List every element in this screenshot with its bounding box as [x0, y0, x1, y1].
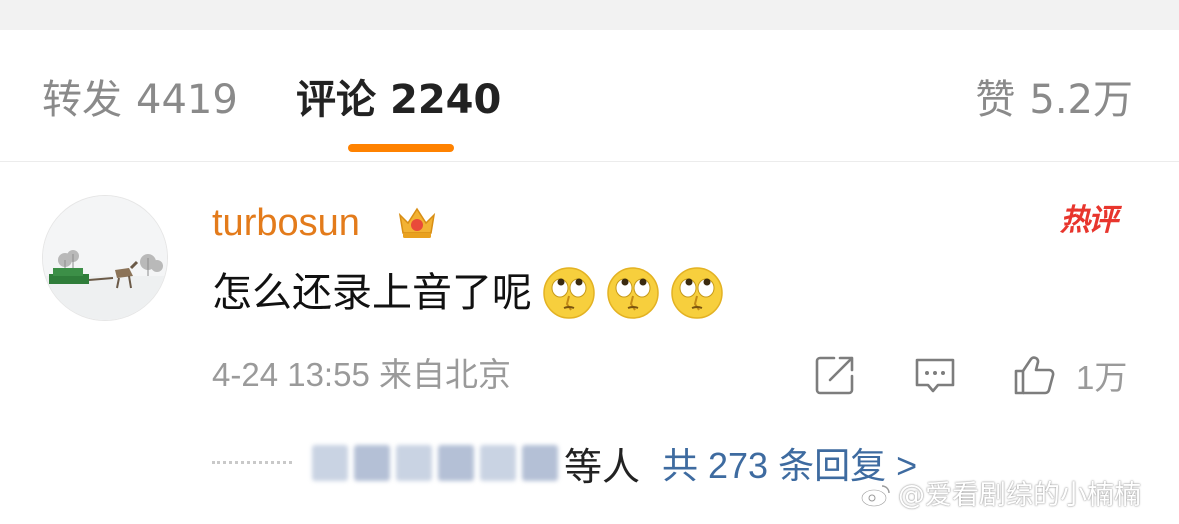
tab-like-label: 赞 [975, 77, 1016, 123]
active-tab-indicator [348, 144, 454, 152]
tab-comment[interactable]: 评论 2240 [296, 74, 501, 126]
avatar-image [43, 196, 167, 320]
comment-icon [915, 358, 955, 393]
tab-repost-label: 转发 [42, 77, 122, 123]
comment-content: 怎么还录上音了呢 [212, 263, 724, 323]
watermark-text: @爱看剧综的小楠楠 [898, 480, 1141, 511]
tab-like-count: 5.2万 [1029, 77, 1133, 123]
watermark: @爱看剧综的小楠楠 [860, 478, 1141, 514]
replies-summary[interactable]: 等人 共 273 条回复 > [212, 435, 917, 491]
reply-button[interactable] [912, 353, 958, 397]
tab-repost[interactable]: 转发 4419 [42, 74, 238, 126]
blurred-name-block [438, 445, 474, 481]
tab-repost-count: 4419 [136, 77, 238, 123]
tab-comment-label: 评论 [296, 77, 376, 123]
rolling-eyes-emoji [671, 267, 723, 319]
blurred-name-block [522, 445, 558, 481]
share-button[interactable] [812, 353, 858, 397]
blurred-name-block [354, 445, 390, 481]
blurred-reply-usernames [312, 445, 558, 481]
like-count: 1万 [1076, 359, 1128, 396]
tab-bar: 转发 4419 评论 2240 赞 5.2万 [0, 30, 1179, 162]
like-button[interactable]: 1万 [1012, 353, 1127, 397]
comment-username[interactable]: turbosun [212, 199, 360, 247]
rolling-eyes-emoji [607, 267, 659, 319]
weibo-logo-icon [861, 485, 890, 507]
rolling-eyes-emoji [543, 267, 595, 319]
avatar[interactable] [42, 195, 168, 321]
blurred-name-block [396, 445, 432, 481]
top-strip [0, 0, 1179, 30]
share-icon [815, 356, 854, 395]
crown-icon [398, 207, 436, 238]
comment-text: 怎么还录上音了呢 [212, 270, 532, 316]
blurred-name-block [480, 445, 516, 481]
comment-meta: 4-24 13:55 来自北京 [212, 356, 511, 393]
comment-item: turbosun 热评 怎么还录上音了呢 4-24 13:55 来自北京 1万 … [0, 163, 1179, 524]
dotted-divider [212, 461, 292, 465]
reply-users-suffix: 等人 [564, 444, 641, 489]
blurred-name-block [312, 445, 348, 481]
hot-comment-badge: 热评 [1060, 203, 1118, 238]
tab-comment-count: 2240 [390, 77, 502, 123]
tab-like[interactable]: 赞 5.2万 [975, 74, 1133, 126]
thumbs-up-icon [1014, 356, 1055, 395]
